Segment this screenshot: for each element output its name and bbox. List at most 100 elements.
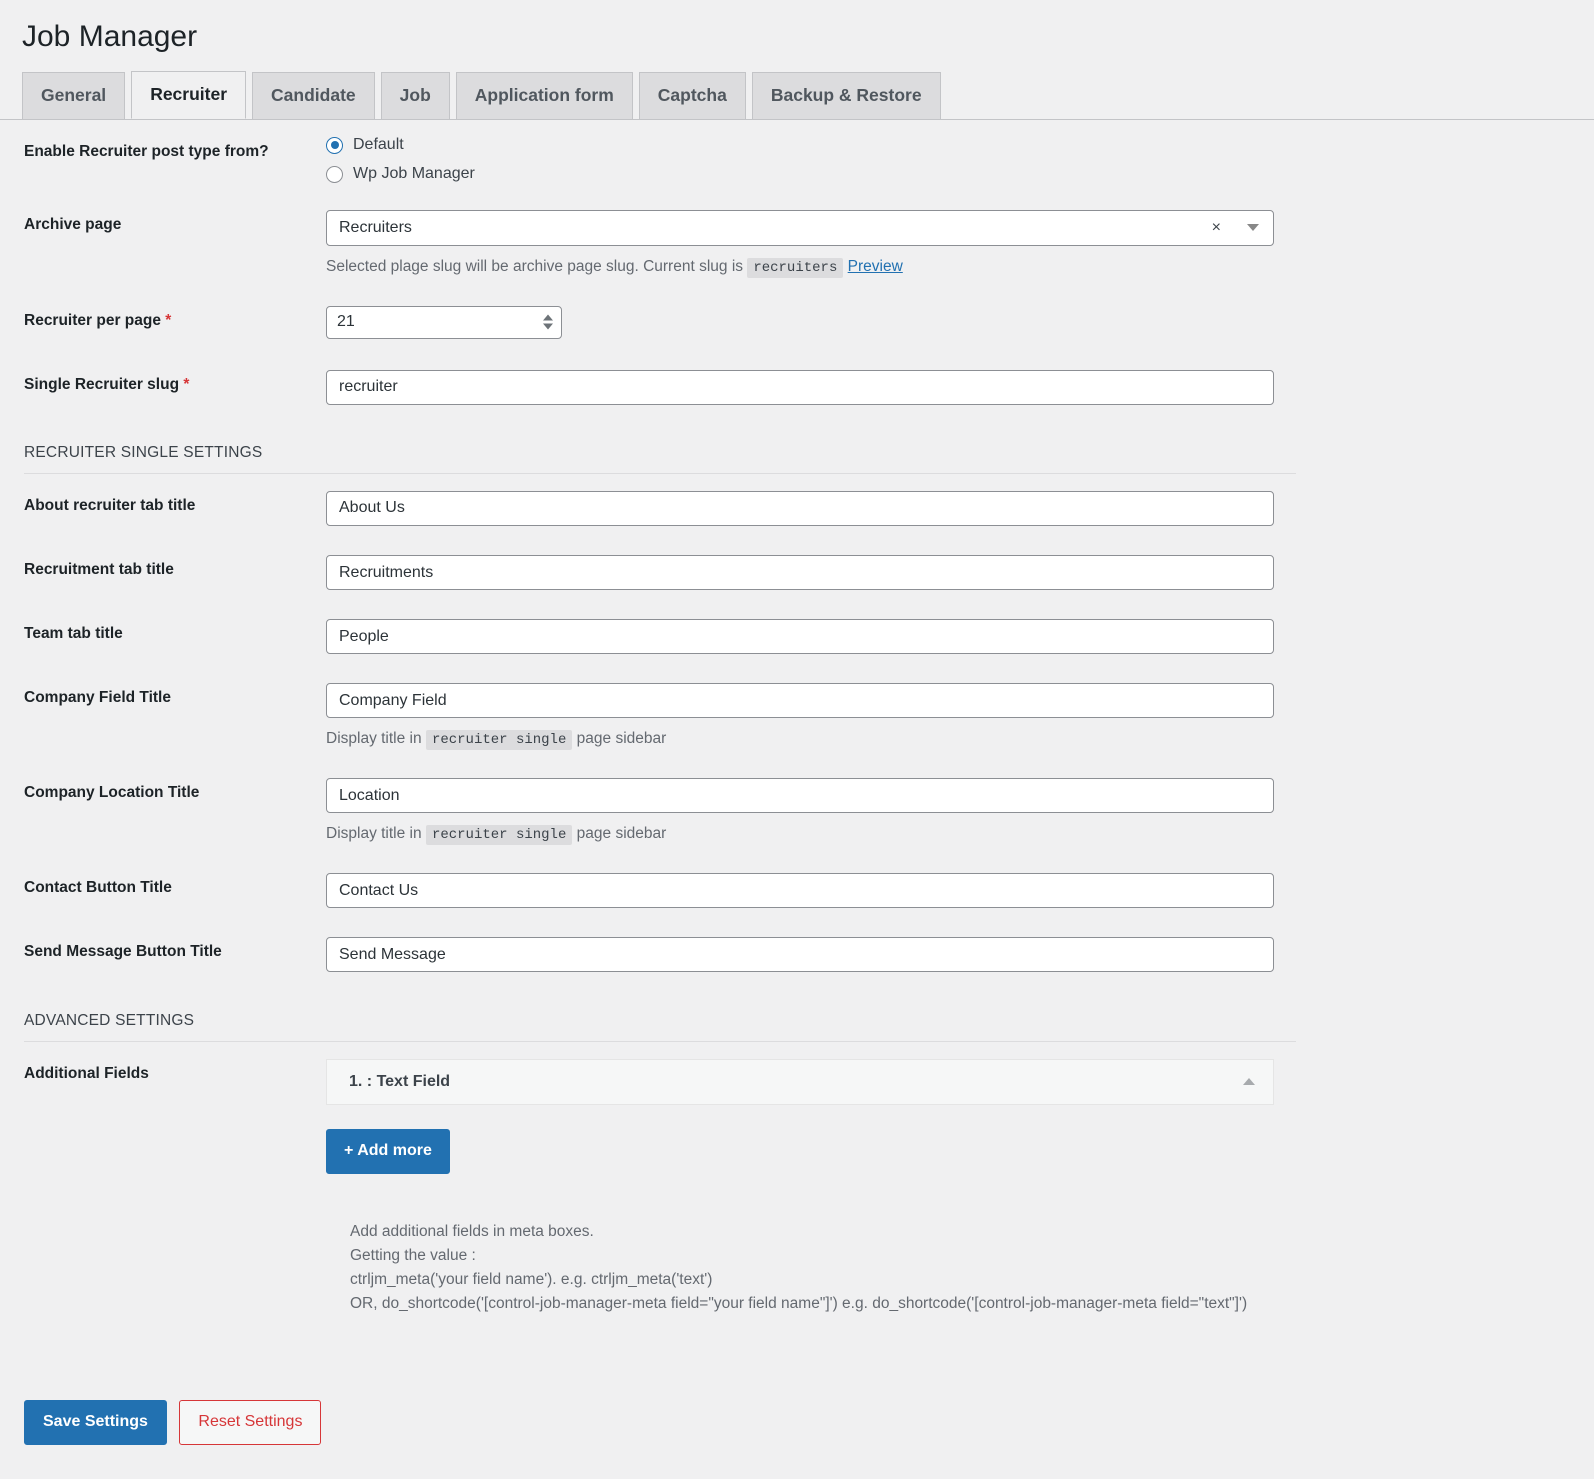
recruiter-per-page-wrap (326, 305, 562, 339)
archive-page-selected-value: Recruiters (339, 219, 412, 236)
section-advanced: ADVANCED SETTINGS (0, 985, 1594, 1042)
cell-recruiter-per-page (326, 289, 1594, 353)
row-recruiter-per-page: Recruiter per page * (0, 289, 1594, 353)
main-settings-table: Enable Recruiter post type from? Default… (0, 120, 1594, 417)
tab-general[interactable]: General (22, 71, 126, 119)
label-team-tab-title: Team tab title (24, 625, 123, 643)
section-recruiter-single: RECRUITER SINGLE SETTINGS (0, 417, 1594, 474)
cell-team-tab-title (326, 602, 1594, 666)
form-actions: Save Settings Reset Settings (0, 1372, 322, 1445)
row-post-type-from: Enable Recruiter post type from? Default… (0, 120, 1594, 193)
label-single-recruiter-slug-text: Single Recruiter slug (24, 375, 180, 393)
tab-recruiter[interactable]: Recruiter (131, 70, 247, 119)
row-company-field-title: Company Field Title Display title in rec… (0, 666, 1594, 761)
cell-additional-fields: 1. : Text Field + Add more (326, 1042, 1594, 1184)
about-tab-title-input[interactable] (326, 490, 1274, 526)
recruitment-tab-title-input[interactable] (326, 555, 1274, 591)
row-contact-button-title: Contact Button Title (0, 856, 1594, 920)
row-recruitment-tab-title: Recruitment tab title (0, 538, 1594, 602)
advanced-settings-table: Additional Fields 1. : Text Field + Add … (0, 1042, 1594, 1184)
cell-archive-page: Recruiters × Selected plage slug will be… (326, 193, 1594, 289)
cell-about-tab-title (326, 474, 1594, 538)
company-location-title-input[interactable] (326, 778, 1274, 814)
recruiter-per-page-input[interactable] (326, 305, 562, 339)
help-line-1: Add additional fields in meta boxes. (350, 1222, 594, 1240)
label-archive-page: Archive page (24, 215, 122, 233)
company-location-title-help: Display title in recruiter single page s… (326, 822, 1584, 846)
single-recruiter-slug-input[interactable] (326, 369, 1274, 405)
additional-field-accordion-item[interactable]: 1. : Text Field (326, 1058, 1274, 1105)
company-field-title-help: Display title in recruiter single page s… (326, 727, 1584, 751)
label-single-recruiter-slug: Single Recruiter slug * (0, 353, 326, 417)
settings-page: Job Manager General Recruiter Candidate Job… (0, 0, 1594, 1445)
company-location-help-prefix: Display title in (326, 825, 422, 843)
cell-send-message-button-title (326, 920, 1594, 984)
company-field-help-prefix: Display title in (326, 730, 422, 748)
page-title: Job Manager (22, 20, 198, 53)
label-contact-button-title: Contact Button Title (24, 879, 172, 897)
label-additional-fields: Additional Fields (24, 1064, 149, 1082)
archive-page-select[interactable]: Recruiters × (326, 209, 1274, 246)
cell-contact-button-title (326, 856, 1594, 920)
company-field-help-code: recruiter single (425, 730, 573, 751)
team-tab-title-input[interactable] (326, 619, 1274, 655)
required-marker: * (183, 375, 190, 393)
archive-page-help-prefix: Selected plage slug will be archive page… (326, 257, 744, 275)
row-single-recruiter-slug: Single Recruiter slug * (0, 353, 1594, 417)
additional-fields-help: Add additional fields in meta boxes. Get… (0, 1220, 1594, 1316)
settings-tabs: General Recruiter Candidate Job Application … (0, 70, 1594, 120)
company-location-help-code: recruiter single (425, 825, 573, 846)
archive-page-help-code: recruiters (747, 257, 844, 278)
cell-company-field-title: Display title in recruiter single page s… (326, 666, 1594, 761)
clear-icon[interactable]: × (1202, 219, 1231, 236)
cell-recruitment-tab-title (326, 538, 1594, 602)
company-location-help-suffix: page sidebar (576, 825, 667, 843)
section-advanced-title: ADVANCED SETTINGS (24, 1011, 195, 1029)
contact-button-title-input[interactable] (326, 873, 1274, 909)
row-send-message-button-title: Send Message Button Title (0, 920, 1594, 984)
label-about-tab-title: About recruiter tab title (24, 496, 196, 514)
additional-field-title: 1. : Text Field (349, 1072, 451, 1090)
save-settings-button[interactable]: Save Settings (24, 1400, 167, 1445)
add-more-button[interactable]: + Add more (326, 1128, 450, 1174)
section-recruiter-single-title: RECRUITER SINGLE SETTINGS (24, 443, 263, 461)
row-additional-fields: Additional Fields 1. : Text Field + Add … (0, 1042, 1594, 1184)
tab-captcha[interactable]: Captcha (638, 71, 746, 119)
radio-option-wp-job-manager[interactable]: Wp Job Manager (326, 165, 1584, 183)
cell-post-type-from: Default Wp Job Manager (326, 120, 1594, 193)
row-about-tab-title: About recruiter tab title (0, 474, 1594, 538)
radio-default-label[interactable]: Default (353, 137, 404, 153)
tab-application-form[interactable]: Application form (455, 71, 633, 119)
row-archive-page: Archive page Recruiters × Selected plage… (0, 193, 1594, 289)
help-line-4: OR, do_shortcode('[control-job-manager-m… (350, 1294, 1248, 1312)
archive-page-help: Selected plage slug will be archive page… (326, 255, 1584, 279)
label-company-field-title: Company Field Title (24, 689, 171, 707)
required-marker: * (165, 311, 172, 329)
tab-candidate[interactable]: Candidate (252, 71, 375, 119)
recruiter-single-settings-table: About recruiter tab title Recruitment ta… (0, 474, 1594, 985)
radio-option-default[interactable]: Default (326, 136, 1584, 154)
tab-job[interactable]: Job (380, 71, 450, 119)
row-company-location-title: Company Location Title Display title in … (0, 761, 1594, 856)
radio-wp-job-manager-label[interactable]: Wp Job Manager (353, 166, 475, 182)
chevron-down-icon[interactable] (1231, 211, 1273, 245)
row-team-tab-title: Team tab title (0, 602, 1594, 666)
radio-wp-job-manager-icon[interactable] (326, 165, 343, 183)
cell-company-location-title: Display title in recruiter single page s… (326, 761, 1594, 856)
preview-link[interactable]: Preview (848, 258, 903, 275)
label-recruitment-tab-title: Recruitment tab title (24, 561, 174, 579)
company-field-title-input[interactable] (326, 683, 1274, 719)
label-recruiter-per-page: Recruiter per page * (0, 289, 326, 353)
help-line-2: Getting the value : (350, 1246, 476, 1264)
help-line-3: ctrljm_meta('your field name'). e.g. ctr… (350, 1270, 713, 1288)
tab-backup-restore[interactable]: Backup & Restore (751, 71, 941, 119)
label-send-message-button-title: Send Message Button Title (24, 943, 222, 961)
chevron-up-icon[interactable] (1243, 1078, 1255, 1086)
cell-single-recruiter-slug (326, 353, 1594, 417)
label-recruiter-per-page-text: Recruiter per page (24, 311, 161, 329)
company-field-help-suffix: page sidebar (576, 730, 667, 748)
send-message-button-title-input[interactable] (326, 937, 1274, 973)
reset-settings-button[interactable]: Reset Settings (179, 1400, 322, 1445)
radio-default-icon[interactable] (326, 136, 343, 154)
number-stepper-icon[interactable] (543, 314, 553, 330)
